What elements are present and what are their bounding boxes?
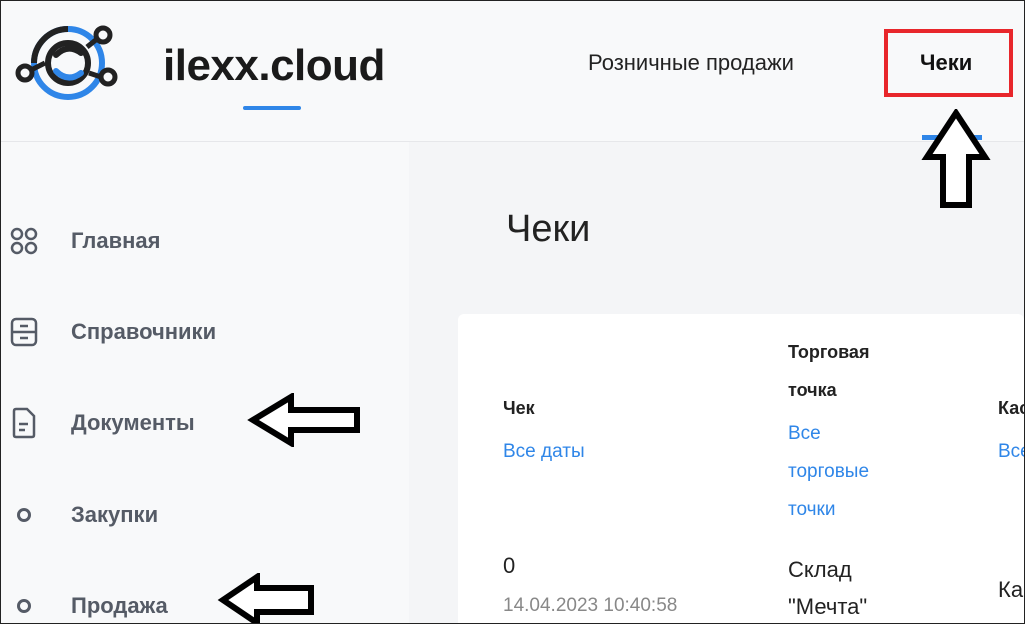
- column-header-cash[interactable]: Кас: [998, 389, 1024, 427]
- up-arrow-annotation: [921, 109, 991, 208]
- sidebar-item-label: Справочники: [71, 319, 217, 344]
- column-header-line: Торговая: [788, 342, 870, 362]
- app-window: ilexx.cloud Розничные продажи Чеки Главн…: [0, 0, 1025, 624]
- filter-all-dates[interactable]: Все даты: [503, 433, 585, 471]
- highlight-box: [884, 29, 1013, 97]
- sidebar-item-label: Документы: [71, 410, 195, 435]
- top-header: ilexx.cloud Розничные продажи Чеки: [1, 1, 1024, 142]
- sidebar-item-label: Закупки: [71, 502, 159, 527]
- cash-register: Ка: [998, 577, 1024, 602]
- circle-icon: [9, 500, 39, 530]
- filter-all-cash[interactable]: Все: [998, 433, 1024, 471]
- store-name-line: "Мечта": [788, 594, 868, 619]
- sidebar-item-label: Продажа: [71, 593, 168, 618]
- circle-icon: [9, 591, 39, 621]
- column-header-store[interactable]: Торговая точка: [788, 333, 869, 409]
- sidebar: Главная Справочники Документы Закупки Пр…: [1, 142, 409, 623]
- filter-line: точки: [788, 499, 836, 520]
- main-content: Чеки Чек Все даты Торговая точка Все тор…: [410, 142, 1024, 623]
- filter-all-stores[interactable]: Все торговые точки: [788, 415, 869, 529]
- document-icon: [9, 407, 39, 439]
- left-arrow-annotation: [247, 393, 360, 447]
- store-name-line: Склад: [788, 557, 852, 582]
- filter-line: Все: [788, 423, 821, 444]
- brand-name[interactable]: ilexx.cloud: [163, 41, 385, 91]
- cabinet-icon: [9, 317, 39, 347]
- check-number: 0: [503, 553, 516, 578]
- column-header-line: точка: [788, 380, 837, 400]
- sidebar-item-label: Главная: [71, 228, 161, 253]
- grid-icon: [9, 226, 39, 256]
- check-datetime: 14.04.2023 10:40:58: [503, 595, 678, 616]
- left-arrow-annotation: [217, 573, 314, 623]
- page-title: Чеки: [506, 208, 591, 250]
- checks-table: Чек Все даты Торговая точка Все торговые…: [458, 314, 1024, 623]
- ilexx-logo-icon[interactable]: [11, 13, 121, 113]
- filter-line: торговые: [788, 461, 870, 482]
- store-name: Склад "Мечта": [788, 551, 868, 623]
- column-header-check[interactable]: Чек: [503, 389, 535, 427]
- brand-underline: [243, 106, 301, 110]
- nav-retail-sales[interactable]: Розничные продажи: [588, 50, 794, 76]
